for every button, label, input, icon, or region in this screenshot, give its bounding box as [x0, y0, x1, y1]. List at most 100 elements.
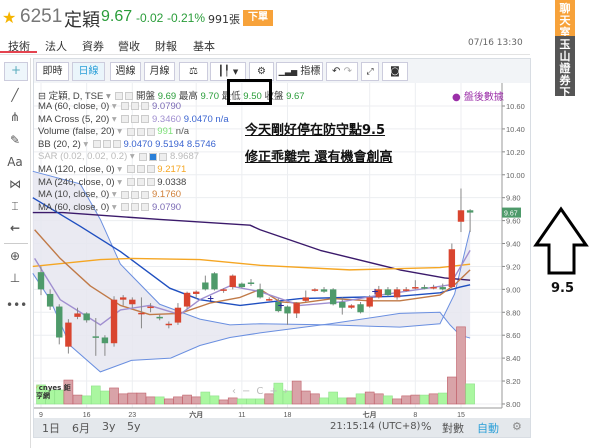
candle-body: [83, 313, 90, 321]
volume-bar: [465, 383, 475, 405]
zoom-out-icon[interactable]: −: [242, 386, 256, 397]
settings-icon[interactable]: [125, 92, 134, 101]
remove-icon[interactable]: [141, 102, 150, 111]
candle-body: [101, 337, 109, 344]
remove-icon[interactable]: [146, 165, 155, 174]
high-label: 最高: [178, 91, 198, 102]
remove-icon[interactable]: [112, 140, 121, 149]
volume-bar: [255, 398, 265, 405]
settings-icon[interactable]: [136, 127, 145, 136]
volume-bar: [410, 394, 421, 405]
eye-icon[interactable]: [92, 140, 101, 149]
clock: 21:15:14 (UTC+8): [330, 421, 421, 432]
price-chart[interactable]: 10.60 10.40 10.20 10.00 9.80 9.60 9.40 9.20 9.00…: [0, 0, 600, 448]
remove-icon[interactable]: [146, 127, 155, 136]
candle-body: [320, 289, 328, 292]
candle-body: [412, 287, 419, 289]
eye-icon[interactable]: [126, 178, 135, 187]
candle-body: [448, 249, 456, 288]
percent-toggle[interactable]: %: [421, 420, 431, 433]
candle-body: [293, 303, 300, 314]
eye-icon[interactable]: [121, 115, 130, 124]
candle-body: [193, 291, 200, 294]
settings-icon[interactable]: [131, 115, 140, 124]
volume-bar: [209, 395, 220, 405]
candle-body: [156, 316, 163, 319]
eye-icon[interactable]: [126, 127, 135, 136]
range-1d[interactable]: 1日: [42, 420, 60, 436]
zoom-in-icon[interactable]: +: [269, 386, 283, 397]
remove-icon[interactable]: [141, 203, 150, 212]
candle-body: [466, 210, 474, 213]
legend-value: 9.2171: [157, 164, 187, 175]
volume-bar: [310, 393, 320, 405]
settings-icon[interactable]: [136, 165, 145, 174]
log-toggle[interactable]: 對數: [442, 420, 464, 436]
volume-bar: [81, 395, 92, 405]
volume-bar: [392, 398, 402, 405]
volume-bar: [246, 398, 256, 405]
candle-body: [37, 272, 45, 290]
legend-value: 991: [157, 126, 174, 138]
remove-icon[interactable]: [141, 190, 150, 199]
volume-bar: [72, 394, 83, 405]
auto-toggle[interactable]: 自動: [477, 420, 499, 436]
candle-body: [129, 299, 136, 305]
volume-bar: [364, 391, 375, 405]
volume-bar: [90, 385, 101, 405]
settings-icon[interactable]: [131, 102, 140, 111]
settings-icon[interactable]: [149, 152, 158, 161]
candle-body: [174, 307, 182, 323]
scroll-right-icon[interactable]: ›: [284, 386, 294, 397]
candle-body: [366, 297, 373, 307]
legend-value: 8.9687: [169, 151, 200, 163]
settings-icon[interactable]: [136, 178, 145, 187]
eye-icon[interactable]: [139, 152, 148, 161]
settings-icon[interactable]: [102, 140, 111, 149]
y-tick-label: 8.20: [506, 377, 521, 386]
legend-row: BB (20, 2) ▾ 9.0470 9.5194 8.5746: [38, 138, 216, 150]
settings-icon[interactable]: [131, 190, 140, 199]
remove-icon[interactable]: [146, 178, 155, 187]
candle-body: [439, 287, 446, 290]
legend-row: Volume (false, 20) ▾ 991 n/a: [38, 126, 189, 138]
range-5y[interactable]: 5y: [127, 420, 141, 433]
legend-value: 9.0470 9.5194 8.5746: [123, 138, 216, 150]
reset-icon[interactable]: C: [256, 386, 269, 397]
scroll-left-icon[interactable]: ‹: [232, 386, 242, 397]
legend-row: MA (240, close, 0) ▾ 9.0338: [38, 176, 187, 188]
volume-bar: [164, 398, 174, 405]
y-tick-label: 9.00: [506, 285, 521, 294]
gear-icon[interactable]: ⚙: [512, 420, 522, 433]
eye-icon[interactable]: [121, 203, 130, 212]
remove-icon[interactable]: [141, 115, 150, 124]
candle-body: [92, 336, 99, 338]
y-tick-label: 10.00: [506, 171, 525, 180]
y-tick-label: 8.80: [506, 308, 521, 317]
eye-icon[interactable]: [115, 92, 124, 101]
eye-icon[interactable]: [121, 102, 130, 111]
legend-label: MA Cross (5, 20): [38, 113, 110, 125]
sar-marker: +: [277, 301, 285, 311]
range-6m[interactable]: 6月: [72, 420, 90, 436]
remove-icon[interactable]: [159, 152, 168, 161]
close-value: 9.67: [286, 91, 305, 102]
y-tick-label: 9.20: [506, 262, 521, 271]
range-3y[interactable]: 3y: [102, 420, 116, 433]
volume-bar: [456, 326, 466, 405]
candle-body: [357, 304, 364, 313]
candle-body: [147, 306, 154, 309]
candle-body: [74, 313, 81, 317]
volume-bar: [200, 391, 211, 405]
candle-body: [421, 287, 428, 289]
eye-icon[interactable]: [121, 190, 130, 199]
volume-bar: [355, 393, 366, 405]
eye-icon[interactable]: [126, 165, 135, 174]
after-hours-data[interactable]: ● 盤後數據: [452, 88, 504, 103]
volume-bar: [401, 395, 412, 405]
candle-body: [211, 273, 218, 290]
volume-bar: [218, 399, 229, 405]
settings-icon[interactable]: [131, 203, 140, 212]
candle-body: [384, 289, 392, 296]
legend-label: MA (10, close, 0): [38, 189, 110, 201]
